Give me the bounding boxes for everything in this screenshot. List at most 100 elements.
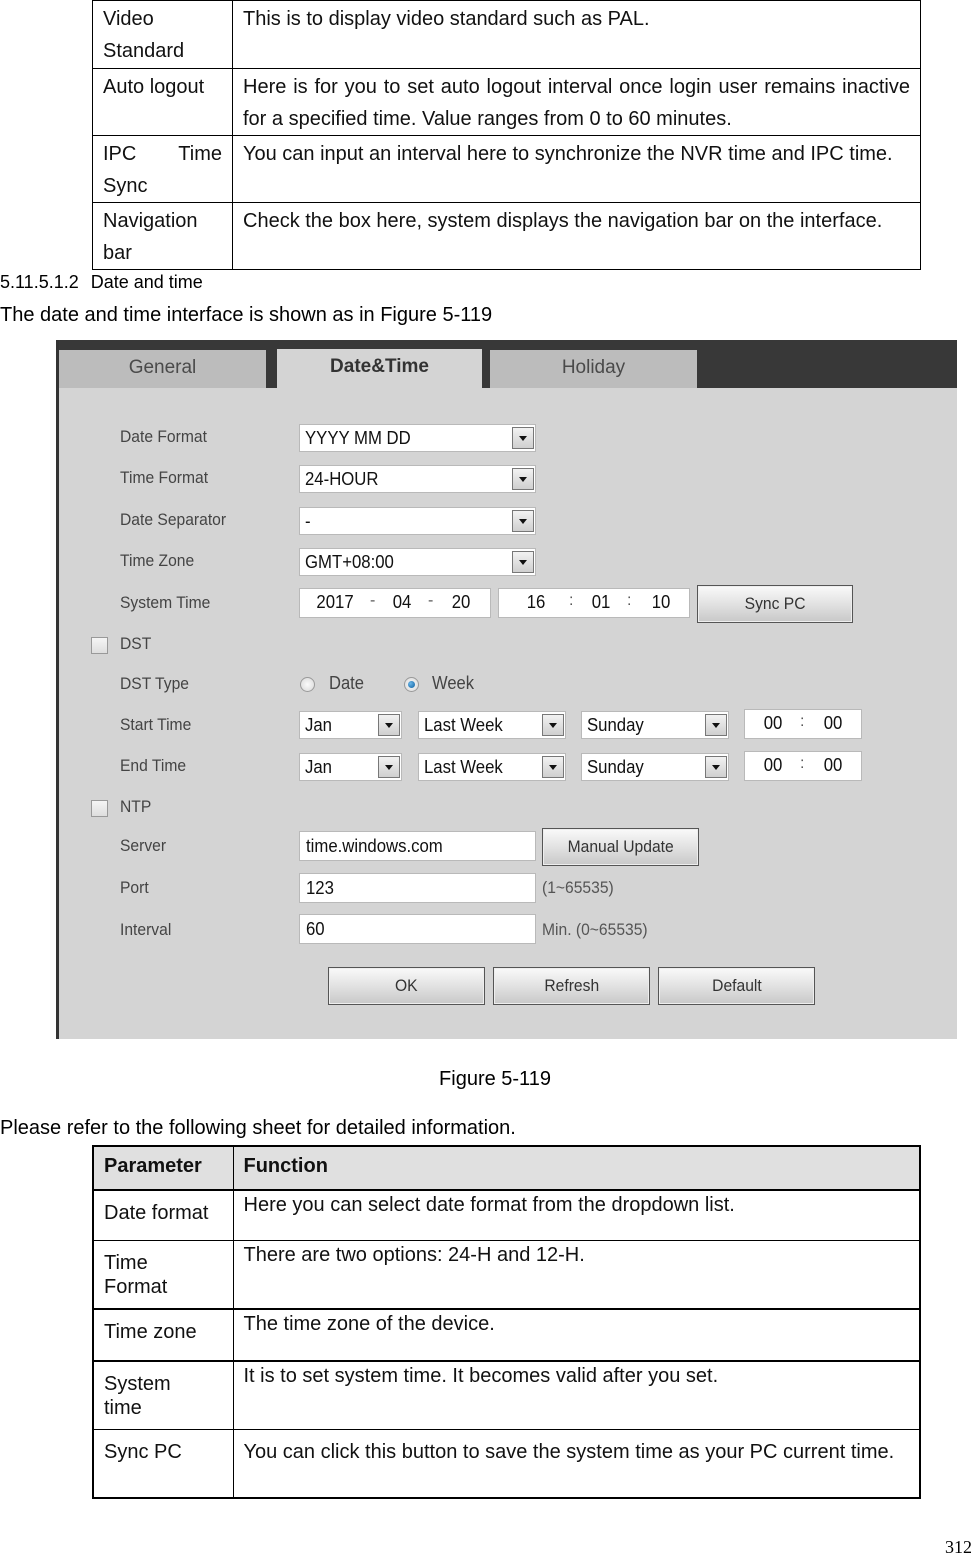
start-week-select[interactable]: Last Week: [418, 711, 566, 739]
end-month-select[interactable]: Jan: [299, 753, 402, 781]
function-cell: Here is for you to set auto logout inter…: [232, 68, 921, 136]
minute-field[interactable]: 01: [592, 592, 611, 613]
chevron-down-icon[interactable]: [378, 714, 400, 736]
date-separator-select[interactable]: -: [299, 507, 536, 535]
interval-range-hint: Min. (0~65535): [542, 920, 648, 939]
chevron-down-icon[interactable]: [705, 714, 727, 736]
parameter-cell: System time: [92, 1360, 234, 1430]
tab-general[interactable]: General: [59, 350, 266, 388]
manual-update-label: Manual Update: [567, 837, 674, 856]
sheet-intro: Please refer to the following sheet for …: [0, 1117, 516, 1139]
start-day-value: Sunday: [587, 715, 644, 735]
time-separator: :: [800, 755, 805, 772]
function-cell: Check the box here, system displays the …: [232, 202, 921, 270]
month-field[interactable]: 04: [393, 592, 412, 613]
time-format-value: 24-HOUR: [305, 469, 379, 489]
time-format-select[interactable]: 24-HOUR: [299, 465, 536, 493]
end-hour-field[interactable]: 00: [764, 755, 783, 776]
date-separator-label: Date Separator: [120, 510, 227, 529]
parameter-table: Parameter Function Date format Here you …: [92, 1145, 921, 1499]
second-field[interactable]: 10: [652, 592, 671, 613]
parameter-cell: Sync PC: [92, 1428, 234, 1499]
ntp-label: NTP: [120, 797, 152, 816]
dst-type-week-radio[interactable]: [404, 677, 419, 692]
time-zone-select[interactable]: GMT+08:00: [299, 548, 536, 576]
end-minute-field[interactable]: 00: [824, 755, 843, 776]
start-hour-field[interactable]: 00: [764, 713, 783, 734]
chevron-down-icon[interactable]: [378, 756, 400, 778]
ntp-checkbox[interactable]: [91, 800, 108, 817]
chevron-down-icon[interactable]: [512, 468, 534, 490]
year-field[interactable]: 2017: [316, 592, 353, 613]
dst-type-label: DST Type: [120, 674, 189, 693]
ok-label: OK: [395, 976, 418, 995]
default-button[interactable]: Default: [658, 967, 815, 1005]
dst-checkbox[interactable]: [91, 637, 108, 654]
refresh-button[interactable]: Refresh: [493, 967, 650, 1005]
sync-pc-button[interactable]: Sync PC: [697, 585, 853, 623]
parameter-cell: Time zone: [92, 1308, 234, 1362]
day-field[interactable]: 20: [452, 592, 471, 613]
manual-update-button[interactable]: Manual Update: [542, 828, 699, 866]
tab-bar: General Date&Time Holiday: [59, 340, 957, 389]
date-format-label: Date Format: [120, 427, 207, 446]
section-title: Date and time: [90, 272, 203, 292]
end-week-value: Last Week: [424, 757, 503, 777]
date-separator: -: [370, 592, 376, 609]
start-minute-field[interactable]: 00: [824, 713, 843, 734]
page-number: 312: [945, 1537, 972, 1554]
time-separator: :: [800, 713, 805, 730]
time-separator: :: [627, 592, 632, 609]
parameter-cell: Navigation bar: [92, 202, 233, 270]
ntp-server-input[interactable]: time.windows.com: [299, 831, 536, 861]
parameter-cell: Date format: [92, 1189, 234, 1241]
section-intro: The date and time interface is shown as …: [0, 304, 493, 326]
end-week-select[interactable]: Last Week: [418, 753, 566, 781]
system-date-input[interactable]: 2017 - 04 - 20: [299, 588, 491, 618]
end-clock-input[interactable]: 00 : 00: [744, 751, 862, 781]
function-cell: You can click this button to save the sy…: [232, 1428, 921, 1499]
ok-button[interactable]: OK: [328, 967, 485, 1005]
chevron-down-icon[interactable]: [512, 510, 534, 532]
general-settings-table: Video Standard This is to display video …: [92, 0, 921, 270]
interval-label: Interval: [120, 920, 172, 939]
start-month-value: Jan: [305, 715, 332, 735]
time-separator: :: [569, 592, 574, 609]
chevron-down-icon[interactable]: [542, 756, 564, 778]
function-cell: It is to set system time. It becomes val…: [232, 1360, 921, 1430]
default-label: Default: [711, 976, 762, 995]
table-header-row: Parameter Function: [92, 1145, 921, 1191]
table-row: Auto logout Here is for you to set auto …: [92, 68, 921, 136]
dst-type-week-label: Week: [432, 673, 475, 693]
interval-input[interactable]: 60: [299, 914, 536, 944]
date-format-value: YYYY MM DD: [305, 428, 411, 448]
start-clock-input[interactable]: 00 : 00: [744, 709, 862, 739]
tab-date-time[interactable]: Date&Time: [277, 349, 482, 389]
start-month-select[interactable]: Jan: [299, 711, 402, 739]
date-format-select[interactable]: YYYY MM DD: [299, 424, 536, 452]
chevron-down-icon[interactable]: [512, 551, 534, 573]
parameter-text: IPC Time Sync: [103, 143, 222, 197]
start-day-select[interactable]: Sunday: [581, 711, 729, 739]
chevron-down-icon[interactable]: [512, 427, 534, 449]
hour-field[interactable]: 16: [527, 592, 546, 613]
section-number: 5.11.5.1.2: [0, 272, 79, 292]
dst-type-date-radio[interactable]: [300, 677, 315, 692]
parameter-cell: IPC Time Sync: [92, 135, 233, 203]
parameter-cell: Video Standard: [92, 0, 233, 69]
section-heading: 5.11.5.1.2 Date and time: [0, 272, 203, 293]
column-header-function: Function: [232, 1145, 921, 1191]
start-week-value: Last Week: [424, 715, 503, 735]
sync-pc-label: Sync PC: [744, 594, 806, 613]
function-cell: There are two options: 24-H and 12-H.: [232, 1239, 921, 1310]
system-clock-input[interactable]: 16 : 01 : 10: [498, 588, 690, 618]
port-input[interactable]: 123: [299, 873, 536, 903]
chevron-down-icon[interactable]: [542, 714, 564, 736]
function-cell: The time zone of the device.: [232, 1308, 921, 1362]
end-day-select[interactable]: Sunday: [581, 753, 729, 781]
table-row: IPC Time Sync You can input an interval …: [92, 135, 921, 203]
column-header-parameter: Parameter: [92, 1145, 234, 1191]
tab-holiday[interactable]: Holiday: [490, 350, 697, 388]
function-cell: This is to display video standard such a…: [232, 0, 921, 69]
chevron-down-icon[interactable]: [705, 756, 727, 778]
